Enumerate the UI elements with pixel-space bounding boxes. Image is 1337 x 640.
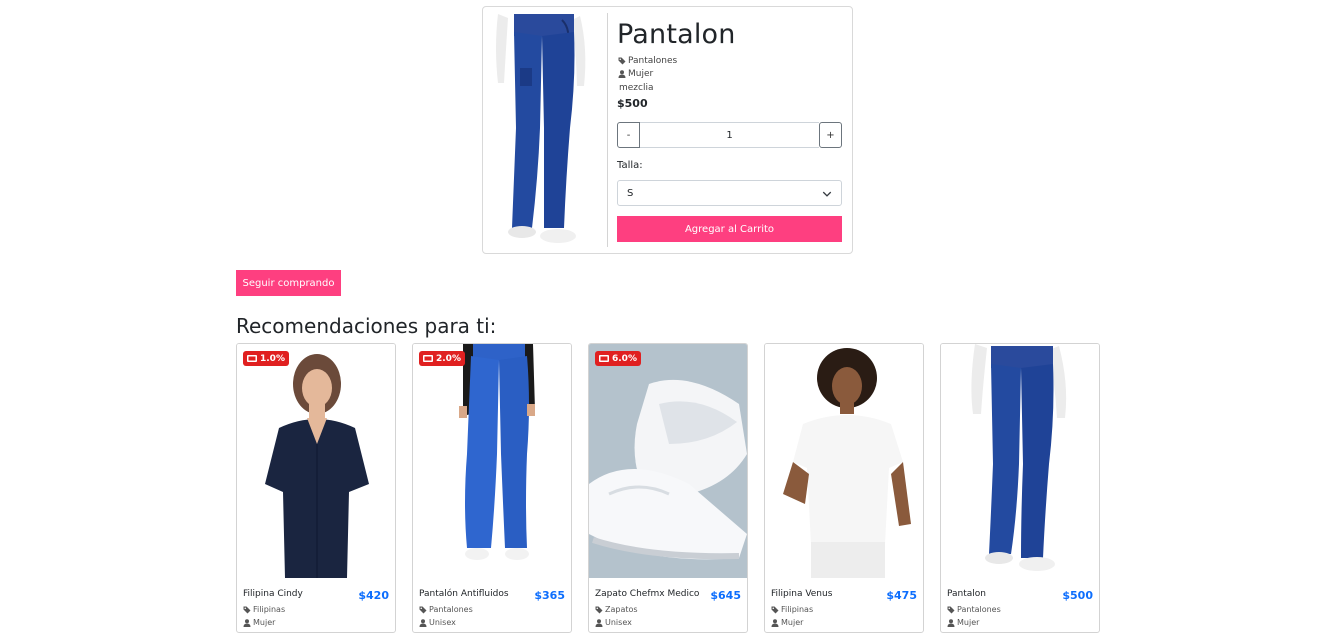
- recommendation-category: Pantalones: [419, 605, 473, 614]
- recommendation-price: $420: [358, 589, 389, 602]
- recommendation-price: $500: [1062, 589, 1093, 602]
- recommendation-gender-label: Mujer: [253, 618, 276, 627]
- recommendation-category-label: Pantalones: [429, 605, 473, 614]
- recommendation-price: $645: [710, 589, 741, 602]
- recommendation-name: Filipina Cindy: [243, 589, 303, 599]
- discount-badge: 6.0%: [595, 351, 641, 366]
- recommendation-gender-label: Unisex: [605, 618, 632, 627]
- recommendation-card[interactable]: 2.0% Pantalón Antifluidos $365 Pantalone…: [412, 343, 572, 633]
- recommendation-image: [413, 344, 571, 578]
- recommendation-image: [941, 344, 1099, 578]
- continue-shopping-button[interactable]: Seguir comprando: [236, 270, 341, 296]
- person-icon: [947, 618, 955, 627]
- discount-badge-label: 6.0%: [612, 353, 637, 364]
- product-gender: Mujer: [618, 69, 653, 79]
- recommendation-category: Zapatos: [595, 605, 638, 614]
- image-divider: [607, 13, 608, 247]
- recommendation-card[interactable]: 1.0% Filipina Cindy $420 Filipinas Mujer: [236, 343, 396, 633]
- increase-quantity-button[interactable]: +: [819, 122, 842, 148]
- tag-icon: [771, 606, 779, 613]
- recommendations-title: Recomendaciones para ti:: [236, 314, 497, 338]
- recommendation-name: Filipina Venus: [771, 589, 833, 599]
- discount-badge-label: 1.0%: [260, 353, 285, 364]
- product-category: Pantalones: [618, 56, 677, 66]
- tag-icon: [947, 606, 955, 613]
- person-icon: [595, 618, 603, 627]
- recommendation-gender: Unisex: [419, 618, 456, 627]
- size-select[interactable]: S: [617, 180, 842, 206]
- recommendation-image: [237, 344, 395, 578]
- product-image: [484, 8, 608, 252]
- recommendation-category-label: Filipinas: [253, 605, 286, 614]
- tag-icon: [243, 606, 251, 613]
- recommendation-category-label: Zapatos: [605, 605, 638, 614]
- product-category-label: Pantalones: [628, 56, 678, 66]
- recommendation-category: Filipinas: [243, 605, 285, 614]
- recommendation-card[interactable]: Pantalon $500 Pantalones Mujer: [940, 343, 1100, 633]
- product-gender-label: Mujer: [628, 69, 654, 79]
- product-material: mezclia: [619, 83, 654, 93]
- size-select-value: S: [627, 187, 634, 199]
- person-icon: [771, 618, 779, 627]
- recommendation-gender-label: Mujer: [781, 618, 804, 627]
- discount-badge-label: 2.0%: [436, 353, 461, 364]
- recommendation-gender-label: Mujer: [957, 618, 980, 627]
- recommendation-name: Pantalon: [947, 589, 986, 599]
- recommendation-gender: Mujer: [243, 618, 275, 627]
- person-icon: [618, 70, 626, 78]
- recommendation-gender-label: Unisex: [429, 618, 456, 627]
- recommendation-name: Zapato Chefmx Medico: [595, 589, 700, 599]
- ticket-icon: [423, 355, 433, 362]
- recommendation-gender: Unisex: [595, 618, 632, 627]
- product-detail-card: Pantalon Pantalones Mujer mezclia $500 -…: [482, 6, 853, 254]
- recommendation-name: Pantalón Antifluidos: [419, 589, 509, 599]
- product-material-label: mezclia: [619, 83, 654, 93]
- tag-icon: [595, 606, 603, 613]
- recommendation-price: $475: [886, 589, 917, 602]
- discount-badge: 1.0%: [243, 351, 289, 366]
- recommendation-card[interactable]: Filipina Venus $475 Filipinas Mujer: [764, 343, 924, 633]
- person-icon: [243, 618, 251, 627]
- tag-icon: [419, 606, 427, 613]
- recommendation-image: [589, 344, 747, 578]
- decrease-quantity-button[interactable]: -: [617, 122, 640, 148]
- recommendation-category-label: Pantalones: [957, 605, 1001, 614]
- size-label: Talla:: [617, 160, 643, 171]
- recommendation-gender: Mujer: [947, 618, 979, 627]
- recommendation-category: Filipinas: [771, 605, 813, 614]
- ticket-icon: [599, 355, 609, 362]
- discount-badge: 2.0%: [419, 351, 465, 366]
- product-price: $500: [617, 97, 648, 110]
- quantity-input[interactable]: 1: [640, 122, 819, 148]
- recommendation-gender: Mujer: [771, 618, 803, 627]
- recommendation-category-label: Filipinas: [781, 605, 814, 614]
- recommendation-category: Pantalones: [947, 605, 1001, 614]
- tag-icon: [618, 57, 626, 65]
- ticket-icon: [247, 355, 257, 362]
- add-to-cart-button[interactable]: Agregar al Carrito: [617, 216, 842, 242]
- recommendation-image: [765, 344, 923, 578]
- product-title: Pantalon: [617, 19, 736, 50]
- recommendation-price: $365: [534, 589, 565, 602]
- person-icon: [419, 618, 427, 627]
- recommendation-card[interactable]: 6.0% Zapato Chefmx Medico $645 Zapatos U…: [588, 343, 748, 633]
- chevron-down-icon: [822, 191, 832, 197]
- quantity-stepper: - 1 +: [617, 122, 842, 148]
